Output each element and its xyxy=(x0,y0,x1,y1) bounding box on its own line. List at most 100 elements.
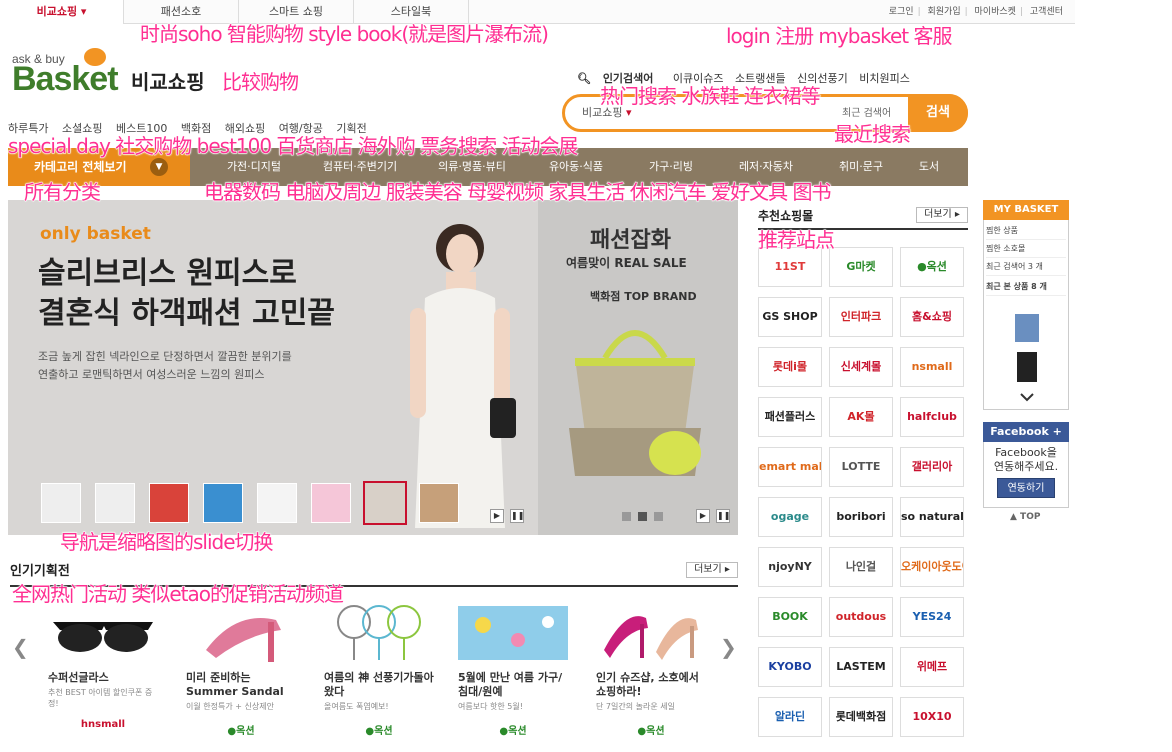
banner-thumb-phone[interactable] xyxy=(203,483,243,523)
mybasket-link[interactable]: 마이바스켓 xyxy=(975,7,1016,17)
login-link[interactable]: 로그인 xyxy=(889,7,914,17)
popular-more-button[interactable]: 더보기 ▸ xyxy=(686,562,738,578)
logo-subtitle: 비교쇼핑 xyxy=(131,70,205,94)
annotation: 所有分类 xyxy=(24,180,102,205)
mall-logo[interactable]: so natural xyxy=(900,497,964,537)
banner-thumb-model[interactable] xyxy=(419,483,459,523)
mall-logo[interactable]: 나인걸 xyxy=(829,547,893,587)
event-shop-logo: ●옥션 xyxy=(227,726,255,737)
mall-logo[interactable]: LOTTE xyxy=(829,447,893,487)
event-shop-logo: ●옥션 xyxy=(365,726,393,737)
heels-image xyxy=(604,616,698,660)
mall-logo[interactable]: 갤러리아 xyxy=(900,447,964,487)
handbag-image xyxy=(569,330,701,476)
event-name: 여름의 神 선풍기가돌아왔다 xyxy=(324,671,434,698)
mall-logo[interactable]: LASTEM xyxy=(829,647,893,687)
mall-logo[interactable]: GS SHOP xyxy=(758,297,822,337)
slide-dot[interactable] xyxy=(622,512,631,521)
mall-logo[interactable]: KYOBO xyxy=(758,647,822,687)
mybasket-recent-viewed[interactable]: 최근 본 상품 8 개 xyxy=(986,278,1066,296)
mall-logo[interactable]: ogage xyxy=(758,497,822,537)
customer-center-link[interactable]: 고객센터 xyxy=(1030,7,1063,17)
banner-headline-line: 슬리브리스 원피스로 xyxy=(38,256,297,291)
recommended-more-button[interactable]: 더보기 ▸ xyxy=(916,207,968,223)
event-sub: 올여름도 폭염예보! xyxy=(324,702,389,711)
event-name: 5월에 만난 여름 가구/침대/원예 xyxy=(458,671,563,698)
banner-thumb-selected[interactable] xyxy=(363,481,407,525)
banner-thumb-sandal[interactable] xyxy=(41,483,81,523)
slide-dot[interactable] xyxy=(654,512,663,521)
mybasket-wishlist[interactable]: 찜한 상품 xyxy=(986,222,1066,240)
mall-logo[interactable]: halfclub xyxy=(900,397,964,437)
mall-logo[interactable]: 알라딘 xyxy=(758,697,822,737)
mall-logo[interactable]: 홈&쇼핑 xyxy=(900,297,964,337)
mall-logo[interactable]: 패션플러스 xyxy=(758,397,822,437)
mall-logo[interactable]: 인터파크 xyxy=(829,297,893,337)
recent-products-image[interactable] xyxy=(1005,314,1049,404)
mall-logo[interactable]: 10X10 xyxy=(900,697,964,737)
recommended-malls-title: 추천쇼핑몰 xyxy=(758,209,814,223)
facebook-connect-button[interactable]: 연동하기 xyxy=(997,478,1055,498)
chevron-right-icon[interactable]: ❯ xyxy=(720,635,737,659)
annotation: special day 社交购物 best100 百货商店 海外购 票务搜索 活… xyxy=(8,134,580,159)
mybasket-saved-soho[interactable]: 찜한 소호몰 xyxy=(986,240,1066,258)
banner-thumb-appliance[interactable] xyxy=(257,483,297,523)
mall-logo[interactable]: ●옥션 xyxy=(900,247,964,287)
next-icon[interactable]: ▶ xyxy=(490,509,504,523)
mall-logo[interactable]: outdous xyxy=(829,597,893,637)
annotation: 推荐站点 xyxy=(758,228,836,253)
mall-logo[interactable]: boribori xyxy=(829,497,893,537)
pause-icon[interactable]: ❚❚ xyxy=(716,509,730,523)
mall-logo[interactable]: 롯데백화점 xyxy=(829,697,893,737)
tab-compare-shopping[interactable]: 비교쇼핑 ▾ xyxy=(0,0,124,24)
banner-sale-brand: 백화점 TOP BRAND xyxy=(590,290,697,303)
slide-dot-active[interactable] xyxy=(638,512,647,521)
mybasket-recent-search[interactable]: 최근 검색어 3 개 xyxy=(986,258,1066,276)
annotation: 电器数码 电脑及周边 服装美容 母婴视频 家具生活 休闲汽车 爱好文具 图书 xyxy=(204,180,833,205)
event-card[interactable]: 여름의 神 선풍기가돌아왔다 올여름도 폭염예보! ●옥션 xyxy=(324,600,434,737)
category-item[interactable]: 도서 xyxy=(906,148,952,186)
event-card[interactable]: 미리 준비하는 Summer Sandal 이월 한정특가 + 신상제안 ●옥션 xyxy=(186,600,296,737)
mall-logo[interactable]: emart mall xyxy=(758,447,822,487)
mall-logo[interactable]: 오케이아웃도어 xyxy=(900,547,964,587)
event-shop-logo: ●옥션 xyxy=(499,726,527,737)
banner-sale-title: 패션잡화 xyxy=(590,228,671,253)
mall-logo[interactable]: YES24 xyxy=(900,597,964,637)
event-card[interactable]: 수퍼선글라스 추천 BEST 아이템 할인쿠폰 증정! hnsmall xyxy=(48,600,158,730)
event-card[interactable]: 5월에 만난 여름 가구/침대/원예 여름보다 핫한 5월! ●옥션 xyxy=(458,600,568,737)
pause-icon[interactable]: ❚❚ xyxy=(510,509,524,523)
facebook-title: Facebook + xyxy=(983,422,1069,442)
mall-logo[interactable]: 위메프 xyxy=(900,647,964,687)
signup-link[interactable]: 회원가입 xyxy=(928,7,961,17)
banner-description: 조금 높게 잡힌 넥라인으로 단정하면서 깔끔한 분위기를 연출하고 로맨틱하면… xyxy=(38,348,378,384)
banner-thumb-watermelon[interactable] xyxy=(149,483,189,523)
logo[interactable]: Basket xyxy=(12,60,119,99)
banner-thumb-woman[interactable] xyxy=(95,483,135,523)
mall-logo[interactable]: 롯데i몰 xyxy=(758,347,822,387)
event-sub: 여름보다 핫한 5월! xyxy=(458,702,523,711)
mall-logo[interactable]: njoyNY xyxy=(758,547,822,587)
banner-thumb-razor[interactable] xyxy=(311,483,351,523)
event-name: 미리 준비하는 Summer Sandal xyxy=(186,671,284,698)
event-name: 수퍼선글라스 xyxy=(48,671,109,684)
mall-logo[interactable]: nsmall xyxy=(900,347,964,387)
annotation: 时尚soho 智能购物 style book(就是图片瀑布流) xyxy=(140,22,550,47)
back-to-top-link[interactable]: ▲ TOP xyxy=(1010,512,1040,522)
event-shop-logo: ●옥션 xyxy=(637,726,665,737)
search-button[interactable]: 검색 xyxy=(908,94,968,132)
mall-logo[interactable]: BOOK xyxy=(758,597,822,637)
mall-logo[interactable]: AK몰 xyxy=(829,397,893,437)
mall-logo[interactable]: G마켓 xyxy=(829,247,893,287)
mall-logo[interactable]: 11ST xyxy=(758,247,822,287)
annotation: 最近搜索 xyxy=(834,122,912,147)
event-sub: 추천 BEST 아이템 할인쿠폰 증정! xyxy=(48,688,153,708)
mall-logo[interactable]: 신세계몰 xyxy=(829,347,893,387)
next-icon[interactable]: ▶ xyxy=(696,509,710,523)
event-name: 인기 슈즈샵, 소호에서 쇼핑하라! xyxy=(596,671,699,698)
recent-search-toggle[interactable]: 최근 검색어 xyxy=(842,104,891,119)
annotation: 热门搜索 水族鞋 连衣裙等 xyxy=(600,84,822,109)
event-card[interactable]: 인기 슈즈샵, 소호에서 쇼핑하라! 단 7일간의 놀라운 세일 ●옥션 xyxy=(596,600,706,737)
chevron-down-icon[interactable]: ▼ xyxy=(150,158,168,176)
popular-search-item[interactable]: 비치원피스 xyxy=(859,72,910,85)
chevron-left-icon[interactable]: ❮ xyxy=(12,635,29,659)
